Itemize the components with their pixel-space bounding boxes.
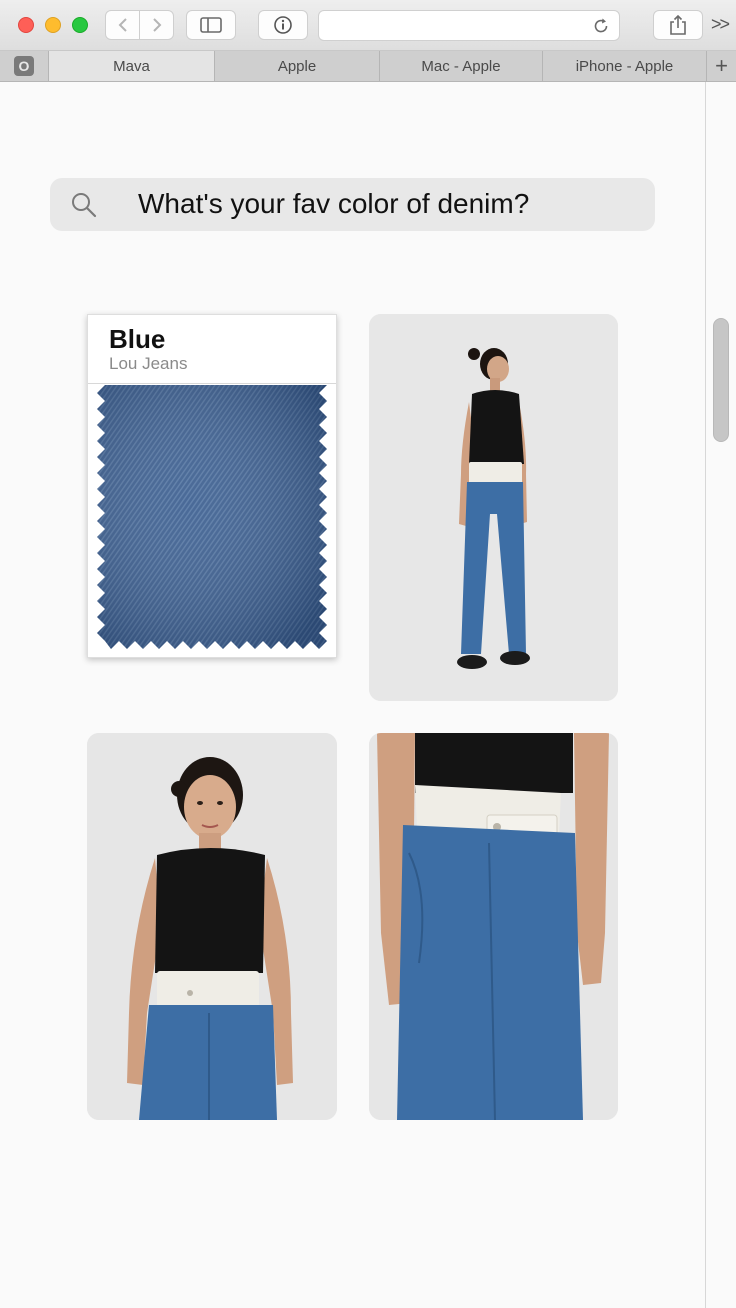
pinned-tab-icon: O [14, 56, 34, 76]
search-query: What's your fav color of denim? [138, 188, 530, 219]
model-upper-body-image [87, 733, 337, 1120]
minimize-window-button[interactable] [45, 17, 61, 33]
swatch-divider [88, 383, 336, 384]
model-full-body-card[interactable] [369, 314, 618, 701]
close-window-button[interactable] [18, 17, 34, 33]
tab-iphone-apple[interactable]: iPhone - Apple [542, 51, 706, 81]
back-button[interactable] [105, 10, 140, 40]
model-full-body-image [369, 314, 618, 701]
chevron-right-icon [152, 18, 161, 32]
swatch-title: Blue [109, 324, 166, 354]
browser-toolbar: >> [0, 0, 736, 51]
site-info-button[interactable] [258, 10, 308, 40]
reload-icon[interactable] [592, 17, 610, 35]
zoom-window-button[interactable] [72, 17, 88, 33]
search-icon [72, 193, 97, 218]
info-icon [274, 16, 292, 34]
sidebar-button[interactable] [186, 10, 236, 40]
forward-button[interactable] [139, 10, 174, 40]
new-tab-button[interactable]: + [706, 51, 736, 81]
scrollbar[interactable] [705, 82, 736, 1308]
share-icon [670, 14, 686, 35]
pinned-tab[interactable]: O [0, 51, 48, 81]
search-bar[interactable]: What's your fav color of denim? [50, 178, 655, 231]
tab-bar: O Mava Apple Mac - Apple iPhone - Apple … [0, 51, 736, 82]
tab-apple[interactable]: Apple [214, 51, 379, 81]
denim-swatch-image [97, 385, 327, 649]
toolbar-overflow-button[interactable]: >> [711, 14, 730, 35]
share-button[interactable] [653, 10, 703, 40]
swatch-brand: Lou Jeans [109, 354, 188, 373]
swatch-card[interactable]: Blue Lou Jeans [87, 314, 337, 658]
address-bar[interactable] [318, 10, 620, 41]
jeans-closeup-card[interactable] [369, 733, 618, 1120]
tab-mava[interactable]: Mava [48, 51, 214, 81]
jeans-closeup-image [369, 733, 618, 1120]
sidebar-icon [200, 17, 222, 33]
chevron-left-icon [118, 18, 127, 32]
scrollbar-thumb[interactable] [713, 318, 729, 442]
model-upper-body-card[interactable] [87, 733, 337, 1120]
tab-mac-apple[interactable]: Mac - Apple [379, 51, 542, 81]
